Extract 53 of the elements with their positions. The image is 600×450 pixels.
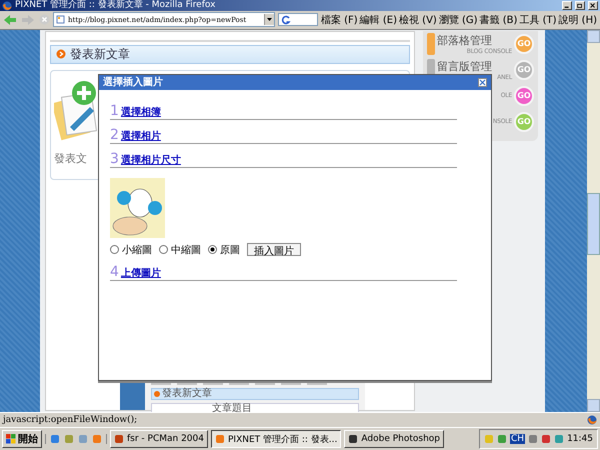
step-link[interactable]: 上傳圖片 bbox=[120, 266, 161, 280]
close-icon[interactable] bbox=[478, 78, 487, 87]
radio-button[interactable] bbox=[159, 245, 168, 254]
step-number: 3 bbox=[110, 152, 119, 166]
new-post-label: 發表文 bbox=[54, 150, 87, 166]
menu-item[interactable]: 工具 (T) bbox=[519, 12, 556, 27]
scroll-down-button[interactable] bbox=[587, 399, 600, 412]
restore-button[interactable] bbox=[575, 1, 585, 10]
search-field[interactable] bbox=[278, 13, 318, 26]
close-button[interactable] bbox=[588, 1, 598, 10]
menu-item[interactable]: 檢視 (V) bbox=[398, 12, 437, 27]
preview-field-label: 文章題目 bbox=[212, 404, 252, 412]
minimize-button[interactable] bbox=[562, 1, 572, 10]
clock: 11:45 bbox=[567, 434, 593, 444]
scroll-up-button[interactable] bbox=[587, 30, 600, 43]
stop-icon[interactable] bbox=[39, 14, 50, 26]
language-indicator[interactable]: CH bbox=[510, 434, 526, 444]
back-arrow-icon[interactable] bbox=[3, 14, 17, 26]
radio-button[interactable] bbox=[208, 245, 217, 254]
radio-label: 原圖 bbox=[220, 244, 240, 257]
insert-image-button[interactable]: 插入圖片 bbox=[247, 243, 301, 256]
menu-item[interactable]: 瀏覽 (G) bbox=[438, 12, 478, 27]
menu-item[interactable]: 說明 (H) bbox=[558, 12, 597, 27]
arrow-bullet-icon bbox=[56, 49, 66, 60]
step-link[interactable]: 選擇相片 bbox=[120, 128, 161, 143]
step-number: 2 bbox=[110, 128, 119, 142]
taskbar-button[interactable]: Adobe Photoshop bbox=[344, 430, 444, 448]
radio-label: 小縮圖 bbox=[122, 244, 152, 257]
start-button[interactable]: 開始 bbox=[2, 430, 42, 448]
preview-title: 發表新文章 bbox=[162, 389, 212, 400]
page-icon bbox=[56, 15, 65, 24]
taskbar-button[interactable]: PIXNET 管理介面 :: 發表... bbox=[211, 430, 342, 448]
radio-label: 中縮圖 bbox=[171, 244, 201, 257]
step-number: 4 bbox=[110, 264, 119, 279]
step-link[interactable]: 選擇相片尺寸 bbox=[120, 152, 181, 167]
console-title[interactable]: 部落格管理 bbox=[437, 32, 492, 48]
search-engine-icon bbox=[280, 14, 293, 25]
bullet-icon bbox=[154, 391, 160, 398]
step-number: 1 bbox=[110, 104, 119, 118]
radio-button[interactable] bbox=[110, 245, 119, 254]
menu-item[interactable]: 檔案 (F) bbox=[320, 12, 358, 27]
cartoon-image-drawing bbox=[110, 178, 165, 238]
preview-sidebar bbox=[120, 380, 145, 410]
status-text: javascript:openFileWindow(); bbox=[3, 415, 138, 426]
taskbar-button[interactable]: fsr - PCMan 2004 bbox=[110, 430, 208, 448]
section-title: 發表新文章 bbox=[70, 46, 130, 63]
dialog-title: 選擇插入圖片 bbox=[103, 76, 163, 90]
console-title[interactable]: 留言版管理 bbox=[437, 58, 492, 74]
scrollbar-thumb[interactable] bbox=[587, 192, 600, 255]
menu-item[interactable]: 書籤 (B) bbox=[480, 12, 518, 27]
menu-item[interactable]: 編輯 (E) bbox=[360, 12, 397, 27]
windows-logo-icon bbox=[6, 434, 16, 444]
step-link[interactable]: 選擇相簿 bbox=[120, 104, 161, 119]
